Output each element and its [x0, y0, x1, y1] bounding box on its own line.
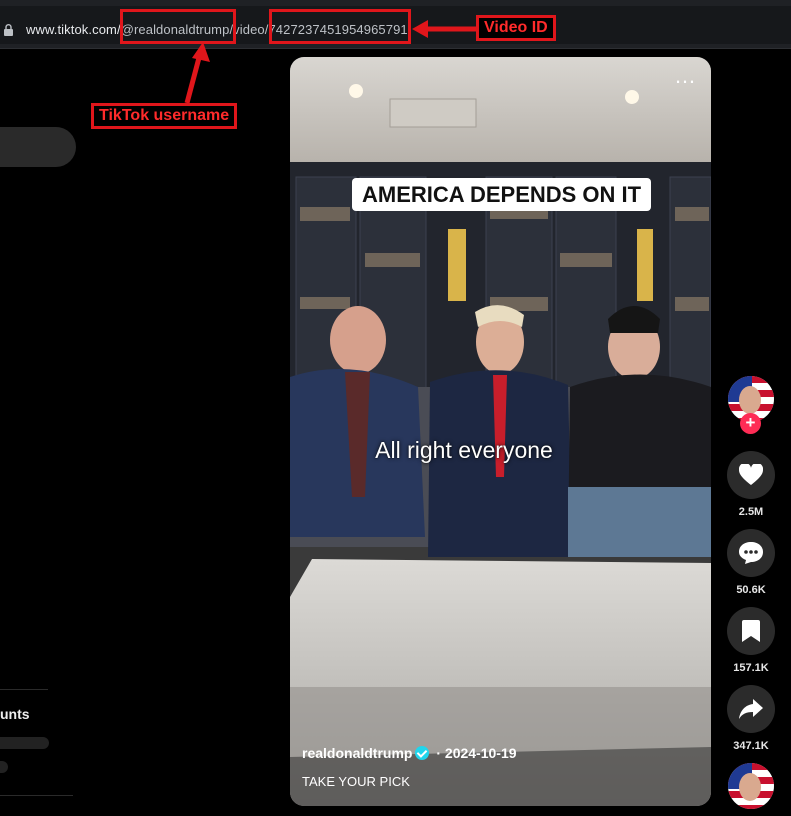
video-author-line: realdonaldtrump · 2024-10-19 [302, 745, 517, 761]
comment-count: 50.6K [736, 584, 766, 596]
username-arrow [184, 42, 210, 104]
heart-icon [739, 464, 763, 485]
video-id-callout: Video ID [476, 15, 556, 41]
sidebar-following-accounts-label: unts [0, 706, 30, 722]
sidebar-divider [0, 689, 48, 690]
share-button[interactable] [727, 685, 775, 733]
video-subtitle: All right everyone [375, 437, 553, 463]
save-button[interactable] [727, 607, 775, 655]
sidebar-divider-bottom [0, 795, 73, 796]
more-options-icon[interactable]: … [674, 65, 697, 87]
sidebar-search-pill[interactable] [0, 127, 76, 167]
like-count: 2.5M [738, 506, 764, 518]
like-button[interactable] [727, 451, 775, 499]
video-frame [290, 57, 711, 806]
sidebar-skeleton-dot [0, 761, 8, 773]
author-name[interactable]: realdonaldtrump [302, 745, 412, 761]
video-player[interactable]: … AMERICA DEPENDS ON IT All right everyo… [290, 57, 711, 806]
follow-plus-icon[interactable]: + [740, 413, 761, 434]
username-callout: TikTok username [91, 103, 238, 129]
music-disc-image [728, 763, 774, 809]
bookmark-icon [742, 620, 760, 642]
share-count: 347.1K [733, 740, 769, 752]
comment-button[interactable] [727, 529, 775, 577]
sidebar-skeleton-line [0, 737, 49, 749]
video-overlay-text: AMERICA DEPENDS ON IT [352, 178, 652, 211]
comment-icon [739, 542, 763, 564]
share-arrow-icon [739, 699, 763, 719]
video-description: TAKE YOUR PICK [302, 774, 410, 789]
save-count: 157.1K [733, 662, 769, 674]
post-date: · 2024-10-19 [432, 745, 517, 761]
music-disc-avatar[interactable] [728, 763, 774, 809]
video-id-arrow [412, 20, 476, 38]
verified-badge-icon [415, 746, 430, 760]
